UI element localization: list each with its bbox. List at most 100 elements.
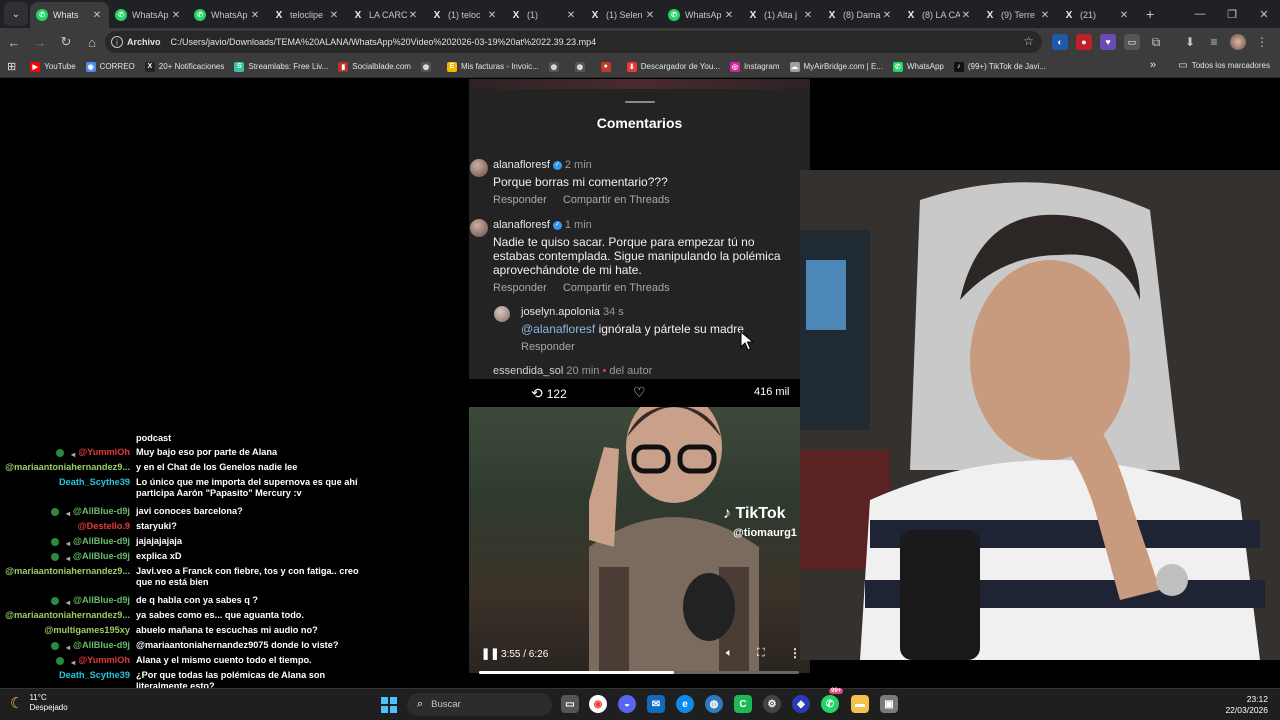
- chat-username[interactable]: @mariaantoniahernandez9...: [0, 566, 130, 577]
- close-tab-icon[interactable]: ✕: [407, 10, 419, 21]
- close-window-button[interactable]: ✕: [1248, 0, 1280, 28]
- tab[interactable]: X (1) ✕: [504, 2, 583, 28]
- pause-button[interactable]: ❚❚: [481, 647, 499, 660]
- bookmark-item[interactable]: E Mis facturas - Invoic...: [446, 61, 539, 72]
- close-tab-icon[interactable]: ✕: [881, 10, 893, 21]
- chat-username[interactable]: @YummiOh: [78, 447, 130, 458]
- close-tab-icon[interactable]: ✕: [565, 10, 577, 21]
- tab[interactable]: X (1) teloc ✕: [425, 2, 504, 28]
- bookmark-item[interactable]: ●: [600, 61, 615, 72]
- forward-button[interactable]: →: [28, 30, 52, 54]
- back-button[interactable]: ←: [2, 30, 26, 54]
- chat-username[interactable]: Death_Scythe39: [0, 477, 130, 488]
- chat-username[interactable]: @AllBlue-d9j: [73, 506, 130, 517]
- tab[interactable]: X (8) LA CA ✕: [899, 2, 978, 28]
- tab[interactable]: Xteloclipe ✕: [267, 2, 346, 28]
- browser-menu-icon[interactable]: ⋮: [1254, 34, 1270, 50]
- close-tab-icon[interactable]: ✕: [960, 10, 972, 21]
- bookmark-item[interactable]: ☁ MyAirBridge.com | E...: [789, 61, 883, 72]
- close-tab-icon[interactable]: ✕: [1039, 10, 1051, 21]
- chrome-icon[interactable]: ◉: [589, 695, 607, 713]
- green-app-icon[interactable]: C: [734, 695, 752, 713]
- bookmark-item[interactable]: S Streamlabs: Free Liv...: [234, 61, 328, 72]
- all-bookmarks-button[interactable]: ▭ Todos los marcadores: [1178, 60, 1270, 71]
- close-tab-icon[interactable]: ✕: [170, 10, 182, 21]
- extension-icon[interactable]: ●: [1076, 34, 1092, 50]
- tab[interactable]: X (21) ✕: [1057, 2, 1136, 28]
- close-tab-icon[interactable]: ✕: [723, 10, 735, 21]
- bookmark-item[interactable]: ◎ Instagram: [729, 61, 780, 72]
- fullscreen-button[interactable]: ⛶: [757, 647, 765, 660]
- bookmark-item[interactable]: ◍: [548, 61, 563, 72]
- tab[interactable]: X (9) Terre ✕: [978, 2, 1057, 28]
- weather-widget[interactable]: ☾ 11°C Despejado: [10, 693, 68, 713]
- close-tab-icon[interactable]: ✕: [644, 10, 656, 21]
- chat-username[interactable]: @AllBlue-d9j: [73, 640, 130, 651]
- bookmark-star-icon[interactable]: ☆: [1023, 34, 1034, 48]
- bookmarks-overflow-button[interactable]: »: [1150, 59, 1156, 71]
- tab-search-button[interactable]: ⌄: [4, 2, 28, 26]
- app-icon[interactable]: ▣: [880, 695, 898, 713]
- tab[interactable]: ✆ WhatsAp ✕: [109, 2, 188, 28]
- bookmark-item[interactable]: ✆ WhatsApp: [892, 61, 944, 72]
- extensions-puzzle-icon[interactable]: ⧉: [1148, 34, 1164, 50]
- chat-username[interactable]: @AllBlue-d9j: [73, 595, 130, 606]
- file-explorer-icon[interactable]: ▬: [851, 695, 869, 713]
- maximize-button[interactable]: ❐: [1216, 0, 1248, 28]
- chat-username[interactable]: @YummiOh: [78, 655, 130, 666]
- tab[interactable]: X (1) Selen ✕: [583, 2, 662, 28]
- chat-username[interactable]: @mariaantoniahernandez9...: [0, 610, 130, 621]
- discord-icon[interactable]: ◒: [618, 695, 636, 713]
- chat-username[interactable]: @AllBlue-d9j: [73, 551, 130, 562]
- taskbar-search[interactable]: ⌕ Buscar: [407, 693, 552, 716]
- progress-bar[interactable]: [479, 671, 799, 674]
- bookmark-item[interactable]: ⬇ Descargador de You...: [626, 61, 720, 72]
- bookmark-item[interactable]: ♪ (99+) TikTok de Javi...: [953, 61, 1046, 72]
- chat-username[interactable]: @multigames195xy: [0, 625, 130, 636]
- close-tab-icon[interactable]: ✕: [328, 10, 340, 21]
- url-text[interactable]: C:/Users/javio/Downloads/TEMA%20ALANA/Wh…: [171, 37, 597, 47]
- bookmark-item[interactable]: ◉ CORREO: [85, 61, 135, 72]
- app-icon[interactable]: ◆: [792, 695, 810, 713]
- volume-button[interactable]: 🔈︎: [726, 647, 733, 660]
- bookmark-item[interactable]: ◍: [420, 61, 435, 72]
- bookmark-item[interactable]: ▮ Socialblade.com: [338, 61, 411, 72]
- tab[interactable]: ✆ WhatsAp ✕: [662, 2, 741, 28]
- extension-icon[interactable]: ▭: [1124, 34, 1140, 50]
- bookmark-item[interactable]: X 20+ Notificaciones: [144, 61, 224, 72]
- task-view-icon[interactable]: ▭: [561, 695, 579, 713]
- bookmark-item[interactable]: ▶ YouTube: [30, 61, 76, 72]
- settings-app-icon[interactable]: ⚙: [763, 695, 781, 713]
- download-icon[interactable]: ⬇: [1182, 34, 1198, 50]
- tab[interactable]: ✆ Whats ✕: [30, 2, 109, 28]
- chat-username[interactable]: @Destello.9: [0, 521, 130, 532]
- bookmark-item[interactable]: ◍: [574, 61, 589, 72]
- chat-username[interactable]: Death_Scythe39: [0, 670, 130, 681]
- edge-icon[interactable]: e: [676, 695, 694, 713]
- media-controls-icon[interactable]: ≡: [1206, 34, 1222, 50]
- reload-button[interactable]: ↻: [54, 30, 78, 54]
- whatsapp-taskbar-icon[interactable]: ✆ 99+: [821, 688, 844, 713]
- minimize-button[interactable]: —: [1184, 0, 1216, 28]
- extension-icon[interactable]: ♥: [1100, 34, 1116, 50]
- network-globe-icon[interactable]: ◍: [705, 695, 723, 713]
- address-bar[interactable]: i Archivo C:/Users/javio/Downloads/TEMA%…: [105, 31, 1042, 53]
- close-tab-icon[interactable]: ✕: [802, 10, 814, 21]
- chat-username[interactable]: @AllBlue-d9j: [73, 536, 130, 547]
- chat-username[interactable]: @mariaantoniahernandez9...: [0, 462, 130, 473]
- tab[interactable]: X (8) Dama ✕: [820, 2, 899, 28]
- extension-icon[interactable]: ◐: [1052, 34, 1068, 50]
- close-tab-icon[interactable]: ✕: [249, 10, 261, 21]
- close-tab-icon[interactable]: ✕: [91, 10, 103, 21]
- video-viewport[interactable]: Comentarios alanafloresf ✓ 2 min Porque bo…: [0, 79, 1280, 688]
- new-tab-button[interactable]: +: [1146, 6, 1154, 22]
- tab[interactable]: ✆ WhatsAp ✕: [188, 2, 267, 28]
- tab[interactable]: X (1) Alta j ✕: [741, 2, 820, 28]
- outlook-icon[interactable]: ✉: [647, 695, 665, 713]
- apps-grid-icon[interactable]: ⊞: [7, 60, 16, 73]
- windows-start-icon[interactable]: [381, 697, 397, 713]
- system-clock[interactable]: 23:12 22/03/2026: [1225, 694, 1268, 716]
- tab[interactable]: X LA CARC ✕: [346, 2, 425, 28]
- home-button[interactable]: ⌂: [80, 30, 104, 54]
- close-tab-icon[interactable]: ✕: [1118, 10, 1130, 21]
